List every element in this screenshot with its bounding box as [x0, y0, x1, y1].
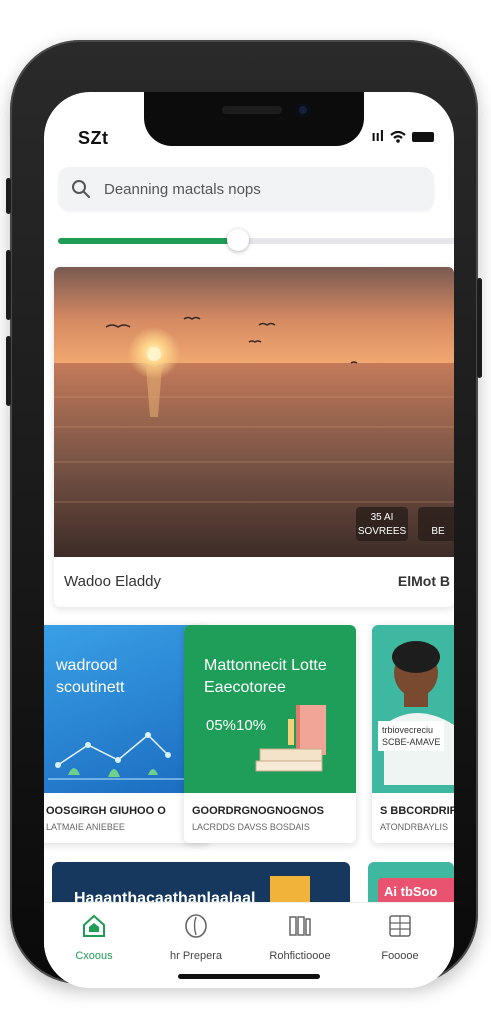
- duration-badge: BE: [418, 507, 454, 541]
- person-photo: [384, 641, 454, 785]
- tab-label: Fooooe: [381, 950, 419, 962]
- slider-fill: [58, 238, 238, 244]
- featured-title: Wadoo Eladdy: [64, 573, 162, 590]
- power-button: [477, 278, 482, 378]
- battery-icon: [412, 131, 434, 142]
- tab-label: Cxoous: [75, 950, 113, 962]
- tab-prepare[interactable]: hr Prepera: [146, 913, 246, 962]
- card-title: Mattonnecit Lotte Eaecotoree: [204, 657, 327, 696]
- phone-frame: SZt ııl Deanning mactals nops 35 AI SOVR…: [6, 40, 482, 988]
- volume-up-button: [6, 250, 11, 320]
- card-meta: LATMAIE ANIEBEE: [46, 822, 125, 832]
- home-icon: [83, 914, 105, 937]
- featured-meta: ElMot B: [397, 573, 450, 589]
- library-icon: [289, 916, 311, 936]
- card-overlay-label: trbiovecreciu SCBE-AMAVE: [378, 721, 445, 751]
- duration-badge: 35 AI SOVREES: [356, 507, 408, 541]
- card-subtitle: S BBCORDRIRS: [380, 805, 454, 817]
- card-meta: LACRDDS DAVSS BOSDAIS: [192, 822, 310, 832]
- course-card[interactable]: Mattonnecit Lotte Eaecotoree 05%10% GOOR…: [184, 625, 356, 843]
- volume-down-button: [6, 336, 11, 406]
- grid-icon: [389, 915, 411, 937]
- search-icon: [72, 180, 90, 198]
- card-art: Mattonnecit Lotte Eaecotoree 05%10%: [184, 625, 356, 793]
- mute-switch: [6, 178, 11, 214]
- network-illustration: [48, 732, 198, 780]
- card-subtitle: OOSGIRGH GIUHOO O: [46, 805, 166, 817]
- search-bar[interactable]: [58, 167, 434, 211]
- featured-card[interactable]: 35 AI SOVREES BE Wadoo Eladdy ElMot B: [54, 267, 454, 607]
- card-title: wadrood scoutinett: [56, 657, 125, 696]
- front-camera: [296, 103, 310, 117]
- progress-slider[interactable]: [58, 229, 454, 251]
- tab-library[interactable]: Rohfictioooe: [250, 913, 350, 962]
- screen: SZt ııl Deanning mactals nops 35 AI SOVR…: [44, 92, 454, 988]
- slider-thumb[interactable]: [227, 229, 249, 251]
- card-meta: ATONDRBAYLIS: [380, 822, 449, 832]
- banner-title: Ai tbSoo: [384, 884, 438, 899]
- search-input[interactable]: [102, 179, 406, 199]
- signal-icon: ııl: [371, 128, 384, 145]
- status-icons: ııl: [371, 128, 434, 145]
- tab-more[interactable]: Fooooe: [350, 913, 450, 962]
- home-indicator: [178, 974, 320, 979]
- tab-label: Rohfictioooe: [269, 950, 331, 962]
- notch: [144, 92, 364, 146]
- card-subtitle: GOORDRGNOGNOGNOS: [192, 805, 325, 817]
- tab-home[interactable]: Cxoous: [44, 913, 144, 962]
- wifi-icon: [390, 130, 406, 143]
- books-illustration: [255, 705, 326, 772]
- tab-label: hr Prepera: [170, 950, 222, 962]
- status-time: SZt: [78, 128, 109, 148]
- leaf-icon: [185, 914, 207, 938]
- course-card[interactable]: trbiovecreciu SCBE-AMAVE S BBCORDRIRS AT…: [372, 625, 454, 843]
- speaker-grille: [222, 106, 282, 114]
- card-art: trbiovecreciu SCBE-AMAVE: [372, 625, 454, 793]
